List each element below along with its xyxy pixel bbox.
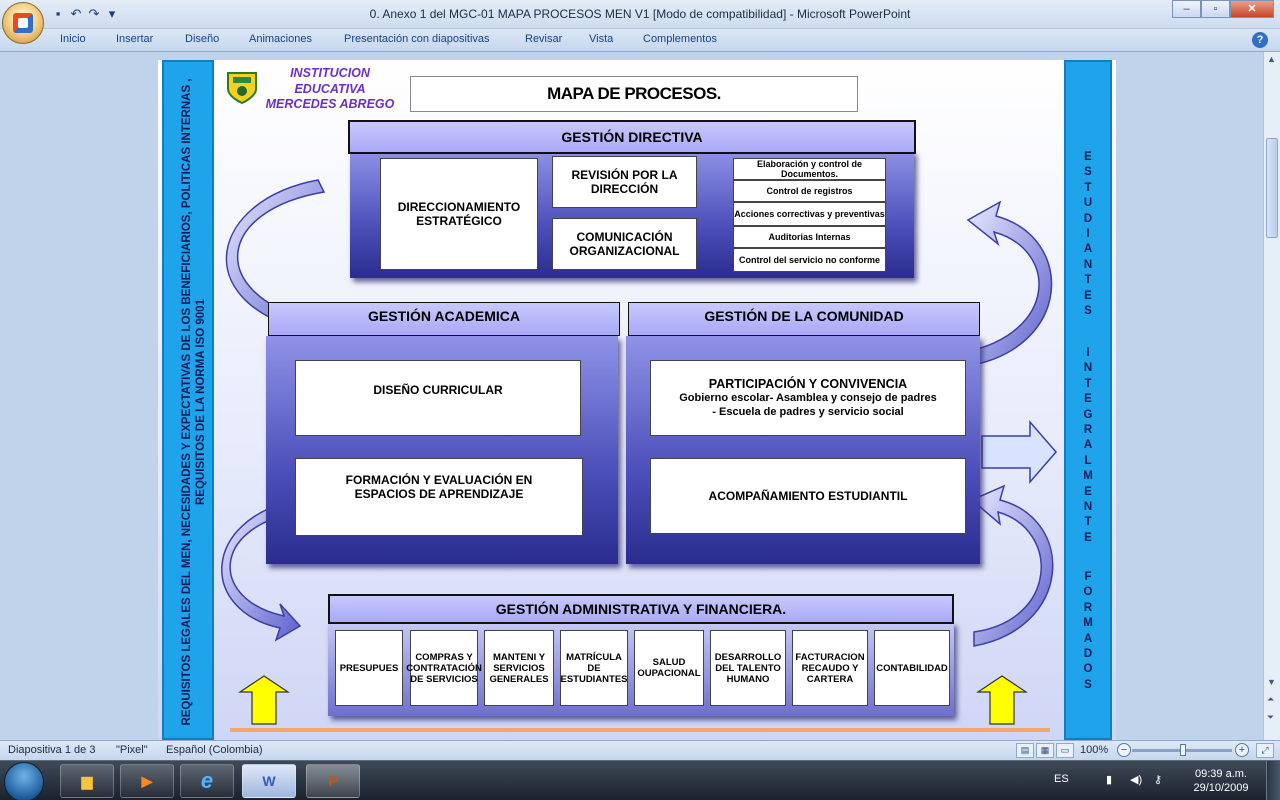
scroll-up-icon[interactable]: ▲ bbox=[1267, 54, 1276, 64]
status-language[interactable]: Español (Colombia) bbox=[166, 744, 263, 756]
admin-item-matricula[interactable]: MATRÍCULA DE ESTUDIANTES bbox=[560, 630, 628, 706]
language-indicator[interactable]: ES bbox=[1054, 773, 1069, 785]
fit-slide-icon[interactable]: ⤢ bbox=[1256, 743, 1274, 758]
start-button[interactable] bbox=[4, 762, 44, 800]
box-direccionamiento[interactable]: DIRECCIONAMIENTO ESTRATÉGICO bbox=[380, 158, 538, 270]
tab-complementos[interactable]: Complementos bbox=[643, 33, 717, 45]
zoom-level[interactable]: 100% bbox=[1080, 744, 1108, 756]
usb-icon[interactable]: ⚷ bbox=[1154, 773, 1162, 786]
directiva-header[interactable]: GESTIÓN DIRECTIVA bbox=[348, 120, 916, 154]
tab-animaciones[interactable]: Animaciones bbox=[249, 33, 312, 45]
office-button[interactable] bbox=[2, 2, 44, 44]
participacion-line-2: - Escuela de padres y servicio social bbox=[712, 406, 904, 418]
scroll-thumb[interactable] bbox=[1266, 138, 1278, 238]
clock[interactable]: 09:39 a.m. 29/10/2009 bbox=[1180, 767, 1262, 795]
office-logo-icon bbox=[13, 13, 33, 33]
volume-icon[interactable]: ◀) bbox=[1130, 773, 1142, 786]
administrativa-header[interactable]: GESTIÓN ADMINISTRATIVA Y FINANCIERA. bbox=[328, 594, 954, 624]
close-button[interactable]: ✕ bbox=[1230, 0, 1274, 18]
left-band-text: REQUISITOS LEGALES DEL MEN, NECESIDADES … bbox=[181, 78, 207, 726]
slideshow-view-icon[interactable]: ▭ bbox=[1056, 743, 1074, 758]
institution-logo-icon bbox=[227, 72, 257, 105]
minimize-button[interactable]: – bbox=[1172, 0, 1201, 18]
institution-name: INSTITUCION EDUCATIVA MERCEDES ABREGO bbox=[262, 66, 398, 113]
doc-item[interactable]: Auditorias Internas bbox=[733, 226, 886, 248]
yellow-up-arrow-left bbox=[238, 675, 290, 725]
status-bar: Diapositiva 1 de 3 "Pixel" Español (Colo… bbox=[0, 740, 1280, 760]
tab-revisar[interactable]: Revisar bbox=[525, 33, 562, 45]
explorer-icon[interactable]: ▆ bbox=[60, 764, 114, 798]
participacion-line-1: Gobierno escolar- Asamblea y consejo de … bbox=[679, 392, 937, 404]
network-icon[interactable]: ▮ bbox=[1106, 773, 1112, 786]
internet-explorer-icon[interactable]: e bbox=[180, 764, 234, 798]
box-participacion[interactable]: PARTICIPACIÓN Y CONVIVENCIA Gobierno esc… bbox=[650, 360, 966, 436]
institution-line-3: MERCEDES ABREGO bbox=[265, 97, 395, 111]
clock-date: 29/10/2009 bbox=[1193, 782, 1249, 794]
title-bar: ▪ ↶ ↷ ▾ 0. Anexo 1 del MGC-01 MAPA PROCE… bbox=[0, 0, 1280, 29]
window-controls: – ▫ ✕ bbox=[1172, 0, 1274, 18]
box-revision[interactable]: REVISIÓN POR LA DIRECCIÓN bbox=[552, 156, 697, 208]
doc-item[interactable]: Elaboración y control de Documentos. bbox=[733, 158, 886, 180]
taskbar: ▆ ▶ e W P ES ▮ ◀) ⚷ 09:39 a.m. 29/10/200… bbox=[0, 760, 1280, 800]
admin-item-facturacion[interactable]: FACTURACION RECAUDO Y CARTERA bbox=[792, 630, 868, 706]
slide-sorter-icon[interactable]: ▦ bbox=[1036, 743, 1054, 758]
zoom-slider-thumb[interactable] bbox=[1180, 744, 1186, 756]
box-formacion[interactable]: FORMACIÓN Y EVALUACIÓN EN ESPACIOS DE AP… bbox=[295, 458, 583, 536]
prev-slide-icon[interactable]: ⏶ bbox=[1267, 694, 1274, 705]
tab-diseno[interactable]: Diseño bbox=[185, 33, 219, 45]
tab-insertar[interactable]: Insertar bbox=[116, 33, 153, 45]
clock-time: 09:39 a.m. bbox=[1195, 768, 1247, 780]
zoom-out-icon[interactable]: − bbox=[1117, 743, 1131, 757]
comunidad-header[interactable]: GESTIÓN DE LA COMUNIDAD bbox=[628, 302, 980, 336]
block-arrow-right bbox=[981, 419, 1057, 485]
maximize-button[interactable]: ▫ bbox=[1201, 0, 1230, 18]
tab-inicio[interactable]: Inicio bbox=[60, 33, 86, 45]
slide-canvas[interactable]: REQUISITOS LEGALES DEL MEN, NECESIDADES … bbox=[158, 60, 1116, 740]
show-desktop-button[interactable] bbox=[1266, 761, 1280, 800]
yellow-up-arrow-right bbox=[976, 675, 1028, 725]
institution-line-1: INSTITUCION bbox=[290, 66, 370, 80]
right-band-word-integralmente: INTEGRALMENTE bbox=[1083, 347, 1093, 544]
status-theme[interactable]: "Pixel" bbox=[116, 744, 148, 756]
slide-bottom-line bbox=[230, 728, 1050, 732]
admin-item-talento[interactable]: DESARROLLO DEL TALENTO HUMANO bbox=[710, 630, 786, 706]
window-title: 0. Anexo 1 del MGC-01 MAPA PROCESOS MEN … bbox=[369, 7, 911, 21]
admin-item-contabilidad[interactable]: CONTABILIDAD bbox=[874, 630, 950, 706]
vertical-scrollbar[interactable]: ▲ ▼ ⏶ ⏷ bbox=[1263, 52, 1280, 740]
doc-item[interactable]: Control del servicio no conforme bbox=[733, 248, 886, 272]
status-slide-count: Diapositiva 1 de 3 bbox=[8, 744, 96, 756]
institution-line-2: EDUCATIVA bbox=[294, 81, 366, 96]
admin-item-mantenimiento[interactable]: MANTENI Y SERVICIOS GENERALES bbox=[484, 630, 554, 706]
box-diseno-curricular[interactable]: DISEÑO CURRICULAR bbox=[295, 360, 581, 436]
next-slide-icon[interactable]: ⏷ bbox=[1267, 712, 1274, 723]
right-band-outcome: ESTUDIANTES INTEGRALMENTE FORMADOS bbox=[1064, 60, 1112, 740]
admin-item-compras[interactable]: COMPRAS Y CONTRATACIÓN DE SERVICIOS bbox=[406, 630, 482, 706]
right-band-word-estudiantes: ESTUDIANTES bbox=[1083, 151, 1093, 318]
normal-view-icon[interactable]: ▤ bbox=[1016, 743, 1034, 758]
slide-title[interactable]: MAPA DE PROCESOS. bbox=[410, 76, 858, 112]
help-icon[interactable]: ? bbox=[1252, 32, 1268, 48]
zoom-in-icon[interactable]: + bbox=[1235, 743, 1249, 757]
box-acompanamiento[interactable]: ACOMPAÑAMIENTO ESTUDIANTIL bbox=[650, 458, 966, 534]
media-player-icon[interactable]: ▶ bbox=[120, 764, 174, 798]
powerpoint-icon[interactable]: P bbox=[306, 764, 360, 798]
word-icon[interactable]: W bbox=[242, 764, 296, 798]
tab-presentacion[interactable]: Presentación con diapositivas bbox=[344, 33, 490, 45]
box-comunicacion[interactable]: COMUNICACIÓN ORGANIZACIONAL bbox=[552, 218, 697, 270]
academica-header[interactable]: GESTIÓN ACADEMICA bbox=[268, 302, 620, 336]
admin-item-salud[interactable]: SALUD OUPACIONAL bbox=[634, 630, 704, 706]
participacion-title: PARTICIPACIÓN Y CONVIVENCIA bbox=[708, 377, 908, 391]
left-band-requirements: REQUISITOS LEGALES DEL MEN, NECESIDADES … bbox=[162, 60, 214, 740]
admin-item-presupuesto[interactable]: PRESUPUES bbox=[335, 630, 403, 706]
curved-arrow-right-bottom bbox=[970, 484, 1054, 647]
ribbon: Inicio Insertar Diseño Animaciones Prese… bbox=[0, 29, 1280, 52]
tab-vista[interactable]: Vista bbox=[589, 33, 613, 45]
doc-item[interactable]: Control de registros bbox=[733, 180, 886, 202]
doc-item[interactable]: Acciones correctivas y preventivas bbox=[733, 202, 886, 226]
scroll-down-icon[interactable]: ▼ bbox=[1267, 677, 1276, 687]
right-band-word-formados: FORMADOS bbox=[1083, 571, 1093, 691]
